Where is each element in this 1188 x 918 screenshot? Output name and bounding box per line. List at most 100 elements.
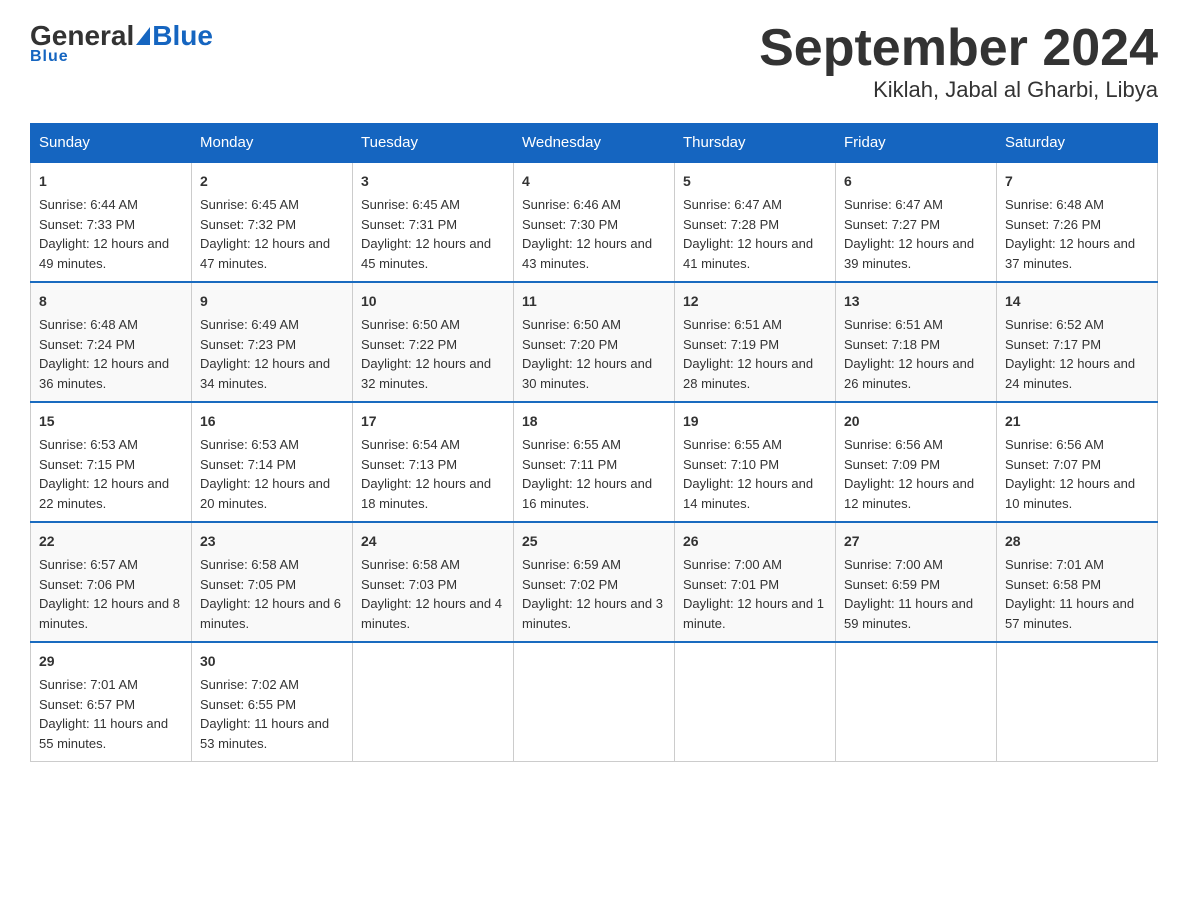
day-info: Sunrise: 6:55 AMSunset: 7:10 PMDaylight:… xyxy=(683,437,813,511)
day-number: 8 xyxy=(39,291,183,312)
calendar-cell: 27 Sunrise: 7:00 AMSunset: 6:59 PMDaylig… xyxy=(836,522,997,642)
day-info: Sunrise: 7:02 AMSunset: 6:55 PMDaylight:… xyxy=(200,677,329,751)
day-number: 30 xyxy=(200,651,344,672)
day-info: Sunrise: 6:47 AMSunset: 7:27 PMDaylight:… xyxy=(844,197,974,271)
day-info: Sunrise: 6:45 AMSunset: 7:31 PMDaylight:… xyxy=(361,197,491,271)
day-number: 20 xyxy=(844,411,988,432)
day-number: 19 xyxy=(683,411,827,432)
day-number: 6 xyxy=(844,171,988,192)
calendar-cell: 17 Sunrise: 6:54 AMSunset: 7:13 PMDaylig… xyxy=(353,402,514,522)
header-tuesday: Tuesday xyxy=(353,124,514,163)
calendar-cell: 29 Sunrise: 7:01 AMSunset: 6:57 PMDaylig… xyxy=(31,642,192,762)
calendar-cell: 8 Sunrise: 6:48 AMSunset: 7:24 PMDayligh… xyxy=(31,282,192,402)
calendar-cell: 12 Sunrise: 6:51 AMSunset: 7:19 PMDaylig… xyxy=(675,282,836,402)
day-number: 13 xyxy=(844,291,988,312)
day-number: 2 xyxy=(200,171,344,192)
day-number: 1 xyxy=(39,171,183,192)
calendar-cell: 3 Sunrise: 6:45 AMSunset: 7:31 PMDayligh… xyxy=(353,162,514,282)
day-info: Sunrise: 6:46 AMSunset: 7:30 PMDaylight:… xyxy=(522,197,652,271)
day-info: Sunrise: 6:55 AMSunset: 7:11 PMDaylight:… xyxy=(522,437,652,511)
day-info: Sunrise: 6:59 AMSunset: 7:02 PMDaylight:… xyxy=(522,557,663,631)
calendar-title: September 2024 xyxy=(759,20,1158,77)
day-info: Sunrise: 6:50 AMSunset: 7:22 PMDaylight:… xyxy=(361,317,491,391)
day-info: Sunrise: 6:45 AMSunset: 7:32 PMDaylight:… xyxy=(200,197,330,271)
calendar-cell xyxy=(514,642,675,762)
logo-blue-text: Blue xyxy=(152,20,213,52)
day-info: Sunrise: 6:50 AMSunset: 7:20 PMDaylight:… xyxy=(522,317,652,391)
day-number: 21 xyxy=(1005,411,1149,432)
day-info: Sunrise: 6:58 AMSunset: 7:05 PMDaylight:… xyxy=(200,557,341,631)
day-number: 4 xyxy=(522,171,666,192)
title-block: September 2024 Kiklah, Jabal al Gharbi, … xyxy=(759,20,1158,103)
day-info: Sunrise: 6:53 AMSunset: 7:14 PMDaylight:… xyxy=(200,437,330,511)
day-number: 29 xyxy=(39,651,183,672)
calendar-cell: 28 Sunrise: 7:01 AMSunset: 6:58 PMDaylig… xyxy=(997,522,1158,642)
header-row: SundayMondayTuesdayWednesdayThursdayFrid… xyxy=(31,124,1158,163)
day-number: 3 xyxy=(361,171,505,192)
calendar-cell: 25 Sunrise: 6:59 AMSunset: 7:02 PMDaylig… xyxy=(514,522,675,642)
calendar-week-1: 1 Sunrise: 6:44 AMSunset: 7:33 PMDayligh… xyxy=(31,162,1158,282)
calendar-cell: 24 Sunrise: 6:58 AMSunset: 7:03 PMDaylig… xyxy=(353,522,514,642)
calendar-cell: 14 Sunrise: 6:52 AMSunset: 7:17 PMDaylig… xyxy=(997,282,1158,402)
calendar-cell: 22 Sunrise: 6:57 AMSunset: 7:06 PMDaylig… xyxy=(31,522,192,642)
header-sunday: Sunday xyxy=(31,124,192,163)
day-number: 25 xyxy=(522,531,666,552)
calendar-week-3: 15 Sunrise: 6:53 AMSunset: 7:15 PMDaylig… xyxy=(31,402,1158,522)
day-number: 16 xyxy=(200,411,344,432)
calendar-cell: 18 Sunrise: 6:55 AMSunset: 7:11 PMDaylig… xyxy=(514,402,675,522)
calendar-cell: 30 Sunrise: 7:02 AMSunset: 6:55 PMDaylig… xyxy=(192,642,353,762)
day-info: Sunrise: 6:58 AMSunset: 7:03 PMDaylight:… xyxy=(361,557,502,631)
calendar-cell xyxy=(353,642,514,762)
day-info: Sunrise: 6:49 AMSunset: 7:23 PMDaylight:… xyxy=(200,317,330,391)
calendar-cell: 19 Sunrise: 6:55 AMSunset: 7:10 PMDaylig… xyxy=(675,402,836,522)
header-monday: Monday xyxy=(192,124,353,163)
day-number: 24 xyxy=(361,531,505,552)
calendar-week-2: 8 Sunrise: 6:48 AMSunset: 7:24 PMDayligh… xyxy=(31,282,1158,402)
page-header: General Blue Blue September 2024 Kiklah,… xyxy=(30,20,1158,103)
day-info: Sunrise: 6:48 AMSunset: 7:26 PMDaylight:… xyxy=(1005,197,1135,271)
calendar-cell: 26 Sunrise: 7:00 AMSunset: 7:01 PMDaylig… xyxy=(675,522,836,642)
calendar-cell: 23 Sunrise: 6:58 AMSunset: 7:05 PMDaylig… xyxy=(192,522,353,642)
calendar-cell: 6 Sunrise: 6:47 AMSunset: 7:27 PMDayligh… xyxy=(836,162,997,282)
day-number: 17 xyxy=(361,411,505,432)
header-friday: Friday xyxy=(836,124,997,163)
day-number: 14 xyxy=(1005,291,1149,312)
calendar-cell xyxy=(836,642,997,762)
day-info: Sunrise: 6:53 AMSunset: 7:15 PMDaylight:… xyxy=(39,437,169,511)
calendar-cell xyxy=(675,642,836,762)
day-info: Sunrise: 7:00 AMSunset: 7:01 PMDaylight:… xyxy=(683,557,824,631)
calendar-cell: 7 Sunrise: 6:48 AMSunset: 7:26 PMDayligh… xyxy=(997,162,1158,282)
day-number: 9 xyxy=(200,291,344,312)
day-number: 27 xyxy=(844,531,988,552)
calendar-subtitle: Kiklah, Jabal al Gharbi, Libya xyxy=(759,77,1158,103)
logo-underline: Blue xyxy=(30,48,69,66)
header-wednesday: Wednesday xyxy=(514,124,675,163)
calendar-cell: 1 Sunrise: 6:44 AMSunset: 7:33 PMDayligh… xyxy=(31,162,192,282)
calendar-table: SundayMondayTuesdayWednesdayThursdayFrid… xyxy=(30,123,1158,762)
day-info: Sunrise: 6:44 AMSunset: 7:33 PMDaylight:… xyxy=(39,197,169,271)
day-info: Sunrise: 7:00 AMSunset: 6:59 PMDaylight:… xyxy=(844,557,973,631)
calendar-cell: 13 Sunrise: 6:51 AMSunset: 7:18 PMDaylig… xyxy=(836,282,997,402)
calendar-body: 1 Sunrise: 6:44 AMSunset: 7:33 PMDayligh… xyxy=(31,162,1158,762)
calendar-cell: 2 Sunrise: 6:45 AMSunset: 7:32 PMDayligh… xyxy=(192,162,353,282)
day-info: Sunrise: 6:48 AMSunset: 7:24 PMDaylight:… xyxy=(39,317,169,391)
day-number: 11 xyxy=(522,291,666,312)
day-info: Sunrise: 7:01 AMSunset: 6:57 PMDaylight:… xyxy=(39,677,168,751)
calendar-header: SundayMondayTuesdayWednesdayThursdayFrid… xyxy=(31,124,1158,163)
day-info: Sunrise: 6:52 AMSunset: 7:17 PMDaylight:… xyxy=(1005,317,1135,391)
day-info: Sunrise: 7:01 AMSunset: 6:58 PMDaylight:… xyxy=(1005,557,1134,631)
day-info: Sunrise: 6:51 AMSunset: 7:19 PMDaylight:… xyxy=(683,317,813,391)
day-number: 23 xyxy=(200,531,344,552)
day-info: Sunrise: 6:51 AMSunset: 7:18 PMDaylight:… xyxy=(844,317,974,391)
logo: General Blue Blue xyxy=(30,20,213,66)
calendar-cell: 20 Sunrise: 6:56 AMSunset: 7:09 PMDaylig… xyxy=(836,402,997,522)
calendar-cell: 9 Sunrise: 6:49 AMSunset: 7:23 PMDayligh… xyxy=(192,282,353,402)
calendar-week-5: 29 Sunrise: 7:01 AMSunset: 6:57 PMDaylig… xyxy=(31,642,1158,762)
day-number: 10 xyxy=(361,291,505,312)
day-number: 12 xyxy=(683,291,827,312)
day-number: 15 xyxy=(39,411,183,432)
header-saturday: Saturday xyxy=(997,124,1158,163)
day-info: Sunrise: 6:56 AMSunset: 7:09 PMDaylight:… xyxy=(844,437,974,511)
day-number: 28 xyxy=(1005,531,1149,552)
day-info: Sunrise: 6:54 AMSunset: 7:13 PMDaylight:… xyxy=(361,437,491,511)
